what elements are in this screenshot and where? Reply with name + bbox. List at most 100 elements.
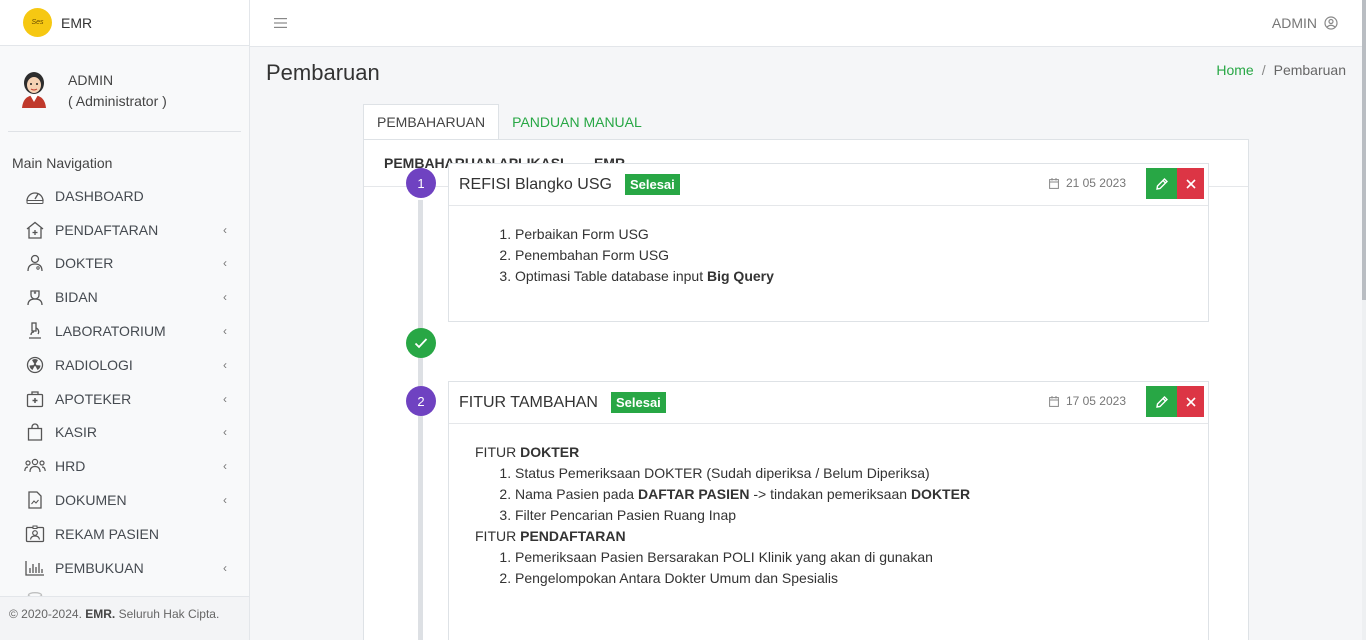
list-item-text: Nama Pasien pada: [515, 486, 638, 502]
sidebar-item-bidan[interactable]: BIDAN ‹: [0, 280, 249, 314]
list-item-text: Penembahan Form USG: [515, 247, 670, 263]
chevron-left-icon: ‹: [223, 560, 227, 575]
list-item-bold: DAFTAR PASIEN: [637, 486, 750, 502]
menu-toggle-icon[interactable]: [274, 18, 287, 28]
footer-brand: EMR.: [85, 607, 116, 621]
list-item-text: Perbaikan Form USG: [515, 226, 649, 242]
pencil-icon: [1155, 395, 1169, 409]
breadcrumb: Home / Pembaruan: [1216, 62, 1346, 78]
chevron-left-icon: ‹: [223, 290, 227, 305]
sidebar-item-rekam-pasien[interactable]: REKAM PASIEN: [0, 517, 249, 551]
section-heading: FITUR PENDAFTARAN: [475, 526, 1208, 547]
sidebar-item-radiologi[interactable]: RADIOLOGI ‹: [0, 348, 249, 382]
topbar: ADMIN: [250, 0, 1362, 47]
list-item-text: Filter Pencarian Pasien Ruang Inap: [515, 507, 737, 523]
sidebar-item-label: LABORATORIUM: [55, 323, 166, 340]
timeline-item-title: FITUR TAMBAHAN: [459, 393, 598, 411]
brand-name: EMR: [61, 14, 93, 31]
sidebar-item-dashboard[interactable]: DASHBOARD: [0, 179, 249, 213]
sidebar-item-hrd[interactable]: HRD ‹: [0, 449, 249, 483]
list-item-text: Optimasi Table database input: [515, 268, 707, 284]
chevron-left-icon: ‹: [223, 256, 227, 271]
main-content: Pembaruan Home / Pembaruan PEMBAHARUAN PAN…: [250, 47, 1362, 640]
update-card: PEMBAHARUAN APLIKASI → EMR 1 REFISI Blan…: [363, 139, 1249, 640]
list-item: Perbaikan Form USG: [515, 224, 1208, 245]
user-panel: ADMIN ( Administrator ): [0, 46, 249, 131]
sidebar-item-label: DOKUMEN: [55, 492, 127, 509]
footer-rights: Seluruh Hak Cipta.: [118, 607, 220, 621]
sidebar-item-pendaftaran[interactable]: PENDAFTARAN ‹: [0, 213, 249, 247]
radiation-icon: [24, 354, 46, 376]
footer-copyright: © 2020-2024.: [9, 607, 82, 621]
list-item: Status Pemeriksaan DOKTER (Sudah diperik…: [515, 463, 1208, 484]
sidebar-item-label: HRD: [55, 458, 86, 475]
nav-header: Main Navigation: [12, 155, 113, 171]
list-item-text: -> tindakan pemeriksaan: [749, 486, 911, 502]
close-icon: [1185, 396, 1196, 407]
sidebar-item-laboratorium[interactable]: LABORATORIUM ‹: [0, 314, 249, 348]
status-badge: Selesai: [624, 174, 680, 195]
section-prefix: FITUR: [475, 444, 521, 460]
list-item-text: Status Pemeriksaan DOKTER (Sudah diperik…: [515, 465, 930, 481]
brand-logo: Ses: [23, 8, 52, 37]
microscope-icon: [24, 320, 46, 342]
main-navigation: DASHBOARD PENDAFTARAN ‹ DOKTER ‹ BIDAN ‹ LABORA…: [0, 179, 249, 618]
tab-pembaharuan[interactable]: PEMBAHARUAN: [363, 104, 500, 140]
list-item: Pengelompokan Antara Dokter Umum dan Spe…: [515, 568, 1208, 589]
pencil-icon: [1155, 177, 1169, 191]
timeline-date-text: 21 05 2023: [1065, 176, 1126, 190]
avatar[interactable]: [18, 70, 50, 108]
user-circle-icon: [1324, 16, 1338, 30]
list-item: Penembahan Form USG: [515, 245, 1208, 266]
list-item-text: Pemeriksaan Pasien Bersarakan POLI Klini…: [515, 549, 933, 565]
timeline-marker-1: 1: [406, 168, 436, 198]
chevron-left-icon: ‹: [223, 493, 227, 508]
sidebar-item-dokumen[interactable]: DOKUMEN ‹: [0, 483, 249, 517]
doctor-icon: [24, 252, 46, 274]
section-name: PENDAFTARAN: [520, 528, 626, 544]
sidebar-item-label: PENDAFTARAN: [55, 221, 159, 238]
sidebar-item-pembukuan[interactable]: PEMBUKUAN ‹: [0, 551, 249, 585]
delete-button[interactable]: [1177, 168, 1204, 199]
breadcrumb-home[interactable]: Home: [1216, 62, 1253, 78]
timeline-date: 17 05 2023: [1049, 394, 1126, 408]
brand[interactable]: Ses EMR: [0, 0, 249, 46]
sidebar-item-apoteker[interactable]: APOTEKER ‹: [0, 382, 249, 416]
chevron-left-icon: ‹: [223, 425, 227, 440]
sidebar-item-label: KASIR: [55, 424, 98, 441]
sidebar-item-dokter[interactable]: DOKTER ‹: [0, 247, 249, 281]
page-scrollbar[interactable]: [1362, 0, 1366, 640]
sidebar-item-label: APOTEKER: [55, 390, 132, 407]
sidebar-item-label: DASHBOARD: [55, 187, 144, 204]
top-user-menu[interactable]: ADMIN: [1272, 15, 1338, 31]
chevron-left-icon: ‹: [223, 357, 227, 372]
section-heading: FITUR DOKTER: [475, 442, 1208, 463]
brand-logo-text: Ses: [31, 19, 44, 26]
edit-button[interactable]: [1146, 168, 1177, 199]
dashboard-icon: [24, 185, 46, 207]
section-prefix: FITUR: [475, 528, 521, 544]
sidebar-item-label: REKAM PASIEN: [55, 525, 159, 542]
sidebar-item-kasir[interactable]: KASIR ‹: [0, 416, 249, 450]
change-list: Pemeriksaan Pasien Bersarakan POLI Klini…: [475, 547, 1208, 589]
edit-button[interactable]: [1146, 386, 1177, 417]
scroll-thumb[interactable]: [1362, 0, 1366, 300]
tab-panduan-manual[interactable]: PANDUAN MANUAL: [499, 104, 655, 140]
bar-chart-icon: [24, 557, 46, 579]
sidebar-item-label: RADIOLOGI: [55, 356, 133, 373]
close-icon: [1185, 178, 1196, 189]
timeline-line: [418, 200, 423, 640]
delete-button[interactable]: [1177, 386, 1204, 417]
sidebar-item-label: DOKTER: [55, 255, 114, 272]
page-title: Pembaruan: [266, 60, 380, 85]
list-item: Nama Pasien pada DAFTAR PASIEN -> tindak…: [515, 484, 1208, 505]
timeline-item-title: REFISI Blangko USG: [459, 175, 612, 193]
timeline-item-header: FITUR TAMBAHAN Selesai 17 05 2023: [449, 382, 1208, 424]
list-item-bold: DOKTER: [910, 486, 971, 502]
breadcrumb-current: Pembaruan: [1273, 62, 1346, 78]
user-name: ADMIN: [68, 72, 114, 88]
list-item-text: Pengelompokan Antara Dokter Umum dan Spe…: [515, 570, 838, 586]
user-role: ( Administrator ): [68, 93, 167, 109]
nurse-icon: [24, 286, 46, 308]
chevron-left-icon: ‹: [223, 324, 227, 339]
